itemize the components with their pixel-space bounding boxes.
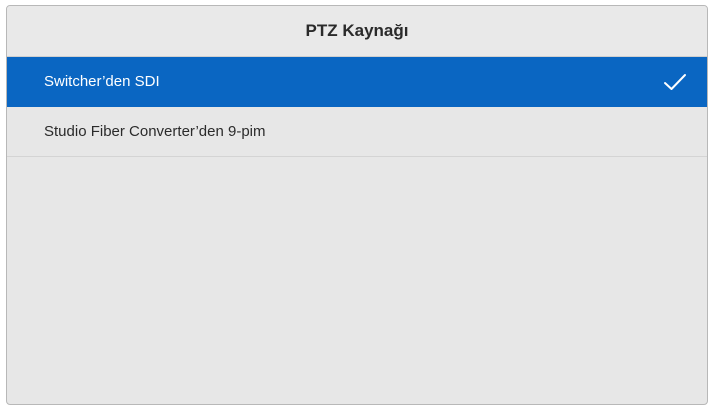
- ptz-source-dialog: PTZ Kaynağı Switcher’den SDI Studio Fibe…: [6, 5, 708, 405]
- option-label: Studio Fiber Converter’den 9-pim: [44, 123, 266, 140]
- check-icon: [663, 72, 687, 92]
- ptz-source-list: Switcher’den SDI Studio Fiber Converter’…: [7, 57, 707, 157]
- dialog-header: PTZ Kaynağı: [7, 6, 707, 57]
- option-studio-fiber-9pin[interactable]: Studio Fiber Converter’den 9-pim: [7, 107, 707, 157]
- option-label: Switcher’den SDI: [44, 73, 160, 90]
- option-switcher-sdi[interactable]: Switcher’den SDI: [7, 57, 707, 107]
- dialog-title: PTZ Kaynağı: [305, 21, 409, 40]
